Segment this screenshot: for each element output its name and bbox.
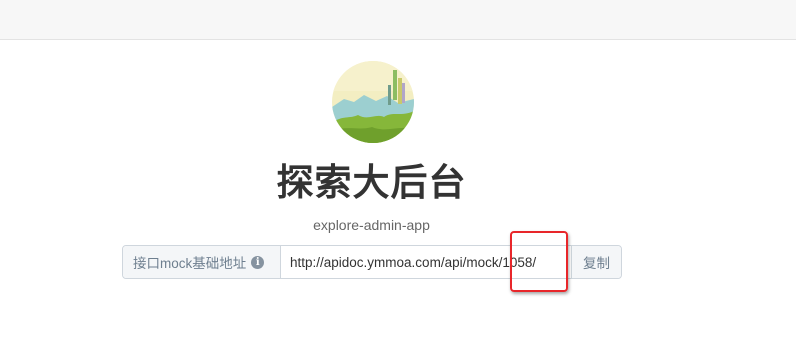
copy-button[interactable]: 复制 <box>571 246 621 278</box>
mock-address-label-text: 接口mock基础地址 <box>133 256 247 271</box>
top-bar <box>0 0 796 40</box>
info-icon[interactable]: i <box>251 255 265 269</box>
project-title: 探索大后台 <box>276 161 467 204</box>
project-subtitle: explore-admin-app <box>313 217 430 233</box>
project-header: 探索大后台 explore-admin-app 接口mock基础地址 i htt… <box>0 40 796 361</box>
mock-address-label: 接口mock基础地址 i <box>123 246 281 278</box>
red-highlight-annotation <box>510 231 568 292</box>
project-avatar <box>332 61 414 143</box>
